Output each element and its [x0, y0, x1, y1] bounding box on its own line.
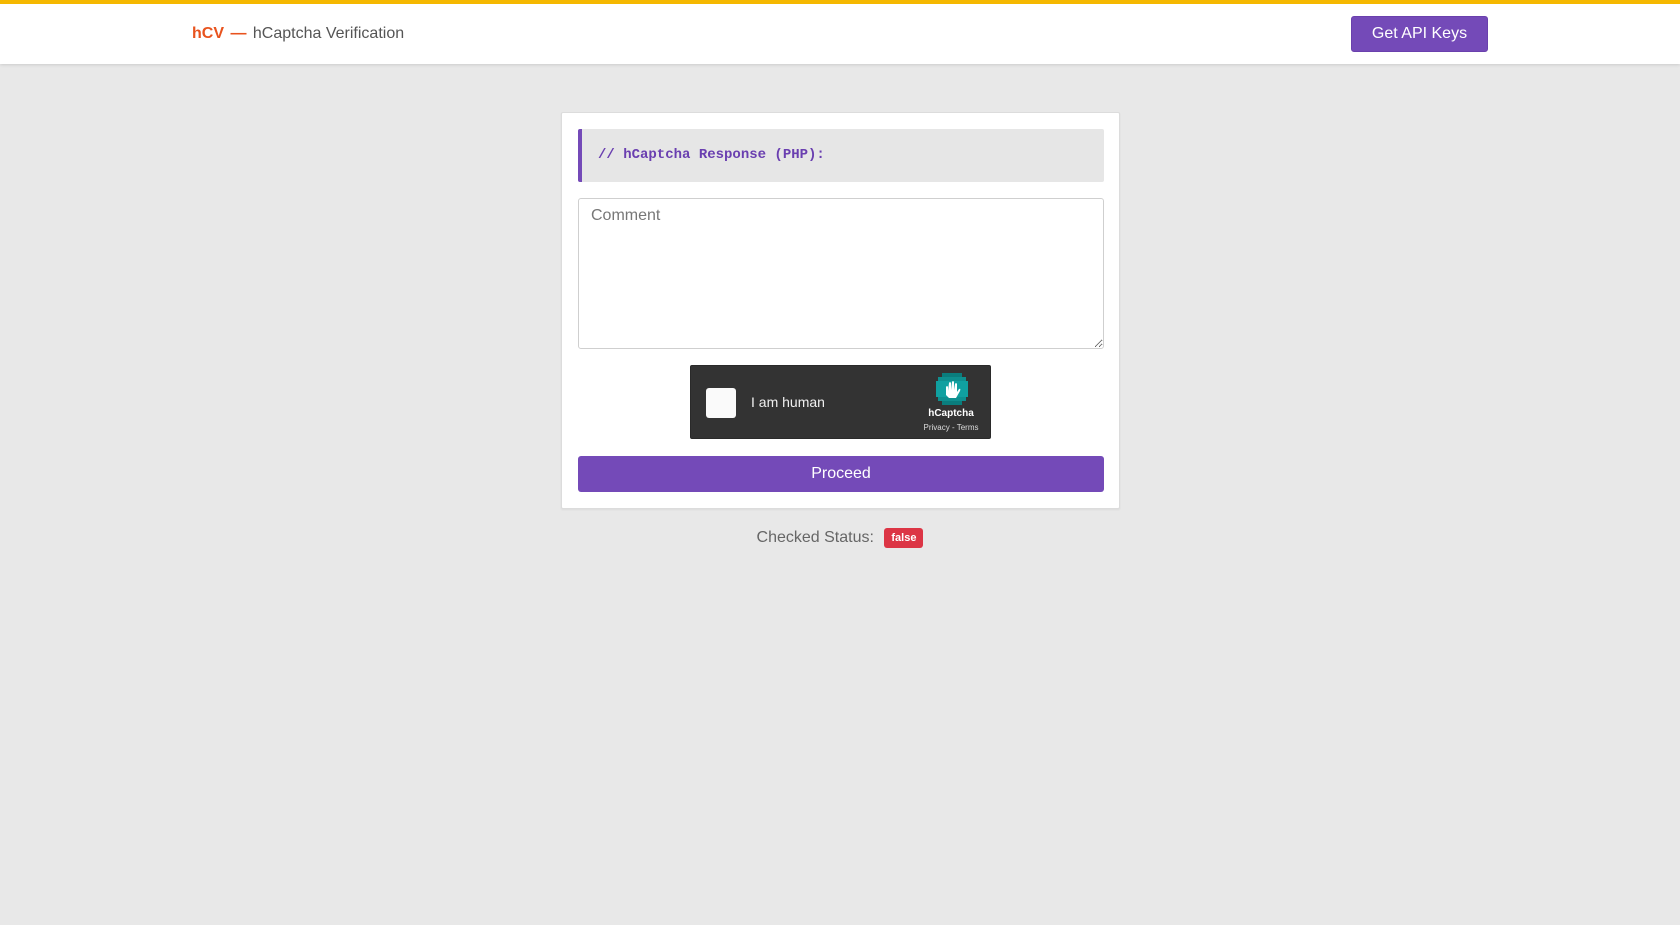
- proceed-button[interactable]: Proceed: [578, 456, 1104, 492]
- top-navbar: hCV — hCaptcha Verification Get API Keys: [0, 0, 1680, 64]
- hcaptcha-widget: I am human hCaptcha Privacy - Terms: [690, 365, 991, 439]
- status-badge: false: [884, 528, 924, 548]
- hcaptcha-logo-icon: [936, 373, 968, 405]
- status-row: Checked Status: false: [0, 528, 1680, 548]
- brand-short: hCV: [192, 25, 224, 42]
- brand-title: hCaptcha Verification: [252, 25, 405, 42]
- brand[interactable]: hCV — hCaptcha Verification: [192, 24, 404, 44]
- verification-card: // hCaptcha Response (PHP): I am human h…: [561, 112, 1120, 509]
- captcha-brand: hCaptcha: [928, 408, 974, 419]
- brand-separator: —: [230, 25, 247, 42]
- captcha-label: I am human: [751, 394, 825, 410]
- captcha-links[interactable]: Privacy - Terms: [911, 423, 991, 432]
- code-text: // hCaptcha Response (PHP):: [598, 147, 825, 163]
- captcha-checkbox[interactable]: [706, 388, 736, 418]
- status-label: Checked Status:: [756, 529, 874, 546]
- get-api-keys-button[interactable]: Get API Keys: [1351, 16, 1488, 52]
- code-block: // hCaptcha Response (PHP):: [578, 129, 1104, 182]
- comment-textarea[interactable]: [578, 198, 1104, 349]
